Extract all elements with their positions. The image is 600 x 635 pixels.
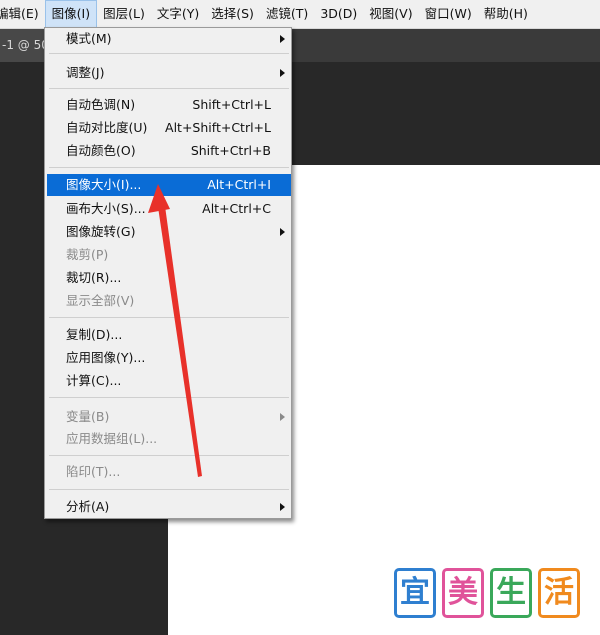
arrow-shaft: [158, 206, 202, 477]
watermark-char: 活: [538, 568, 580, 618]
red-arrow-annotation: [148, 184, 202, 477]
watermark-char: 生: [490, 568, 532, 618]
watermark-logo: 宜 美 生 活: [394, 568, 584, 620]
watermark-char: 美: [442, 568, 484, 618]
watermark-char: 宜: [394, 568, 436, 618]
arrow-head: [148, 184, 170, 213]
